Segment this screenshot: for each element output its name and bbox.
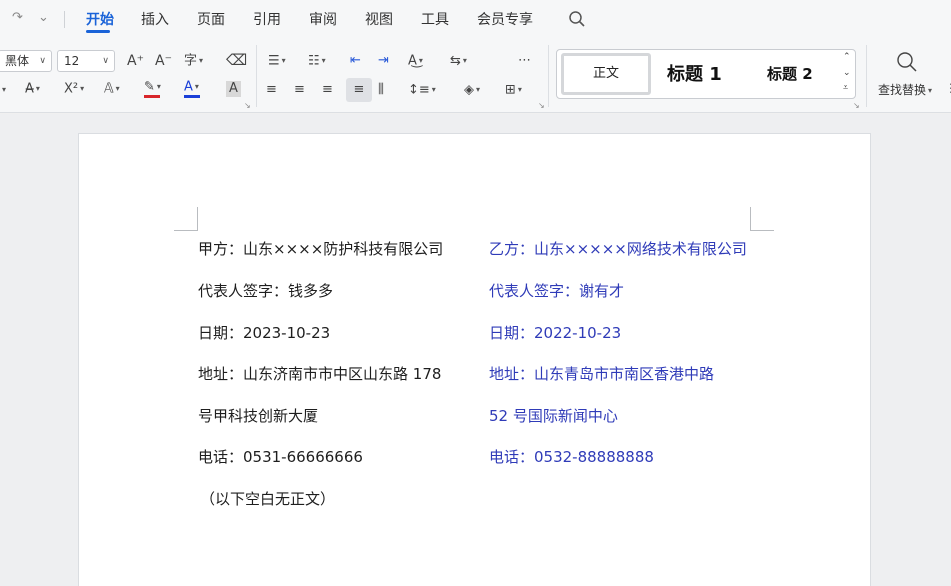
tab-insert[interactable]: 插入 [141, 11, 169, 29]
sort-icon[interactable]: ⇆ ▾ [450, 53, 467, 70]
party-b-date: 日期：2022-10-23 [489, 324, 622, 342]
menu-bar: ↷ ⌄ 开始 插入 页面 引用 审阅 视图 工具 会员专享 [0, 0, 951, 39]
redo-icon[interactable]: ↷ [12, 10, 23, 25]
active-tab-indicator [86, 30, 110, 33]
font-size-dropdown[interactable]: 12 ∨ [57, 50, 115, 72]
party-a-date: 日期：2023-10-23 [198, 324, 331, 342]
styles-more-icon[interactable]: ⩡ [843, 83, 848, 93]
styles-gallery: 正文 标题 1 标题 2 ⌃ ⌄ ⩡ [556, 49, 856, 99]
party-a-address-line2: 号甲科技创新大厦 [198, 407, 319, 425]
find-replace-label: 查找替换 [878, 83, 927, 97]
font-color-bar [184, 95, 200, 98]
numbered-list-icon[interactable]: ☷ ▾ [308, 53, 326, 70]
party-b-address-line1: 地址：山东青岛市市南区香港中路 [489, 365, 715, 383]
underline-dropdown-icon[interactable]: ▾ [0, 82, 6, 99]
tab-tools[interactable]: 工具 [421, 11, 449, 29]
tab-view[interactable]: 视图 [365, 11, 393, 29]
decrease-indent-icon[interactable]: ⇤ [350, 53, 361, 69]
party-b-address-line2: 52 号国际新闻中心 [489, 407, 618, 425]
tab-review[interactable]: 审阅 [309, 11, 337, 29]
font-name-dropdown[interactable]: 黑体 ∨ [0, 50, 52, 72]
blank-note: （以下空白无正文） [200, 490, 336, 508]
ribbon-toolbar: 黑体 ∨ 12 ∨ A⁺ A⁻ 字 ▾ ⌫ ▾ A̶ ▾ X² ▾ 𝔸 ▾ ✎ ▾ A ▾ … [0, 39, 951, 113]
tab-references[interactable]: 引用 [253, 11, 281, 29]
tab-member[interactable]: 会员专享 [477, 11, 533, 29]
group-separator [256, 45, 257, 107]
style-normal[interactable]: 正文 [561, 53, 651, 95]
strikethrough-icon[interactable]: A̶ ▾ [25, 81, 40, 98]
text-effect-icon[interactable]: 𝔸 ▾ [104, 81, 120, 98]
font-name-value: 黑体 [5, 54, 30, 68]
document-page[interactable] [78, 133, 871, 586]
party-b-phone: 电话：0532-88888888 [489, 448, 654, 466]
margin-corner-top-left [174, 207, 198, 231]
chevron-down-icon: ∨ [39, 56, 46, 66]
style-heading-1[interactable]: 标题 1 [667, 60, 722, 86]
paragraph-shading-icon[interactable]: ◈ ▾ [464, 82, 480, 99]
tab-home[interactable]: 开始 [86, 11, 114, 29]
align-right-icon[interactable]: ≡ [322, 82, 333, 98]
group-separator [548, 45, 549, 107]
font-dialog-launcher-icon[interactable]: ↘ [244, 101, 251, 110]
character-shading-icon[interactable]: A [226, 81, 241, 97]
menu-separator [64, 11, 65, 28]
group-separator [866, 45, 867, 107]
tab-page[interactable]: 页面 [197, 11, 225, 29]
styles-scroll-down-icon[interactable]: ⌄ [843, 68, 851, 78]
style-heading-2[interactable]: 标题 2 [767, 63, 813, 84]
find-replace-button[interactable]: 查找替换 ▾ [878, 81, 932, 98]
shrink-font-icon[interactable]: A⁻ [155, 53, 172, 69]
styles-dialog-launcher-icon[interactable]: ↘ [853, 101, 860, 110]
distributed-align-icon[interactable]: ⫼ [378, 82, 384, 98]
superscript-icon[interactable]: X² ▾ [64, 81, 84, 98]
party-a-phone: 电话：0531-66666666 [198, 448, 363, 466]
paragraph-dialog-launcher-icon[interactable]: ↘ [538, 101, 545, 110]
find-replace-icon[interactable] [896, 51, 918, 73]
increase-indent-icon[interactable]: ⇥ [378, 53, 389, 69]
align-left-icon[interactable]: ≡ [266, 82, 277, 98]
font-size-value: 12 [64, 54, 80, 68]
margin-corner-top-right [750, 207, 774, 231]
font-color-icon[interactable]: A ▾ [184, 79, 199, 96]
party-b-representative: 代表人签字：谢有才 [489, 282, 625, 300]
grow-font-icon[interactable]: A⁺ [127, 53, 144, 69]
line-spacing-icon[interactable]: ↕≡ ▾ [408, 82, 436, 99]
highlight-color-icon[interactable]: ✎ ▾ [144, 79, 161, 96]
chevron-down-icon: ∨ [102, 56, 109, 66]
phonetic-guide-icon[interactable]: 字 ▾ [184, 53, 203, 70]
highlight-color-bar [144, 95, 160, 98]
search-icon[interactable] [568, 10, 586, 28]
align-center-icon[interactable]: ≡ [294, 82, 305, 98]
overflow-edge-icon: ⋮ [945, 81, 951, 95]
styles-scroll-up-icon[interactable]: ⌃ [843, 52, 851, 62]
show-hide-marks-icon[interactable]: ⋯ [518, 53, 531, 69]
quick-access-dropdown-icon[interactable]: ⌄ [38, 10, 49, 25]
party-b-name: 乙方：山东×××××网络技术有限公司 [489, 240, 747, 258]
text-direction-icon[interactable]: A͜ ▾ [408, 53, 423, 70]
party-a-address-line1: 地址：山东济南市市中区山东路 178 [198, 365, 442, 383]
bullet-list-icon[interactable]: ☰ ▾ [268, 53, 286, 70]
justify-icon[interactable]: ≡ [346, 78, 372, 102]
borders-icon[interactable]: ⊞ ▾ [505, 82, 522, 99]
clear-format-icon[interactable]: ⌫ [226, 52, 247, 68]
party-a-name: 甲方：山东××××防护科技有限公司 [198, 240, 444, 258]
party-a-representative: 代表人签字：钱多多 [198, 282, 334, 300]
